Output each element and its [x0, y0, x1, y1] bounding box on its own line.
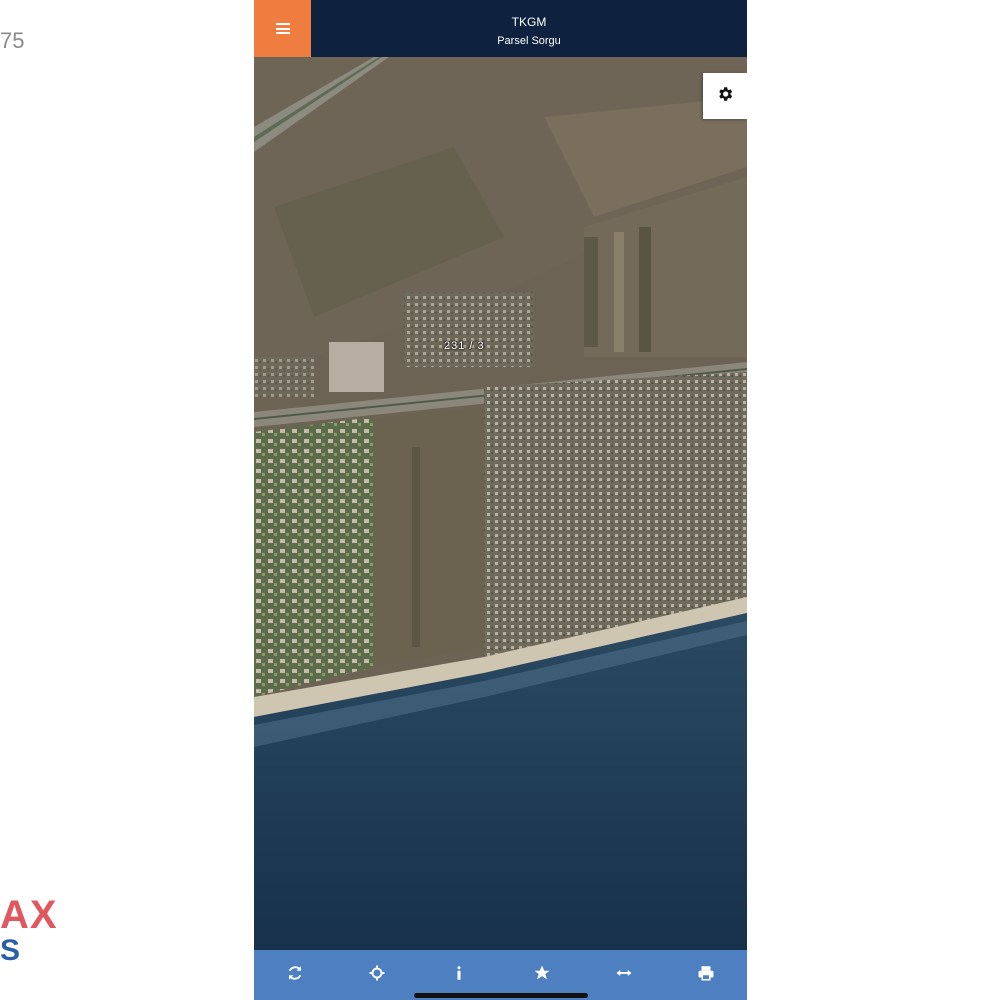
refresh-icon — [286, 964, 304, 987]
hamburger-menu-icon — [275, 23, 290, 34]
menu-button[interactable] — [254, 0, 311, 57]
side-logo-subtext: S — [0, 934, 21, 967]
star-icon — [533, 964, 551, 987]
locate-button[interactable] — [357, 955, 397, 995]
app-title: TKGM — [511, 15, 547, 29]
measure-icon — [614, 964, 634, 987]
print-button[interactable] — [686, 955, 726, 995]
app-header: TKGM Parsel Sorgu — [254, 0, 747, 57]
satellite-map[interactable] — [254, 57, 747, 950]
gear-icon — [716, 85, 734, 108]
settings-button[interactable] — [703, 73, 747, 119]
home-indicator — [414, 993, 588, 998]
print-icon — [697, 964, 715, 987]
side-logo-text: AX — [0, 893, 58, 937]
side-number-fragment: 75 — [0, 28, 25, 53]
map-imagery — [254, 57, 747, 950]
refresh-button[interactable] — [275, 955, 315, 995]
info-button[interactable] — [439, 955, 479, 995]
measure-button[interactable] — [604, 955, 644, 995]
app-subtitle: Parsel Sorgu — [497, 35, 561, 47]
parcel-number-label[interactable]: 231 / 3 — [444, 340, 485, 352]
location-target-icon — [368, 964, 386, 987]
header-title-block: TKGM Parsel Sorgu — [311, 0, 747, 57]
phone-screen: TKGM Parsel Sorgu 231 / 3 — [254, 0, 747, 1000]
favorite-button[interactable] — [522, 955, 562, 995]
info-icon — [450, 964, 468, 987]
